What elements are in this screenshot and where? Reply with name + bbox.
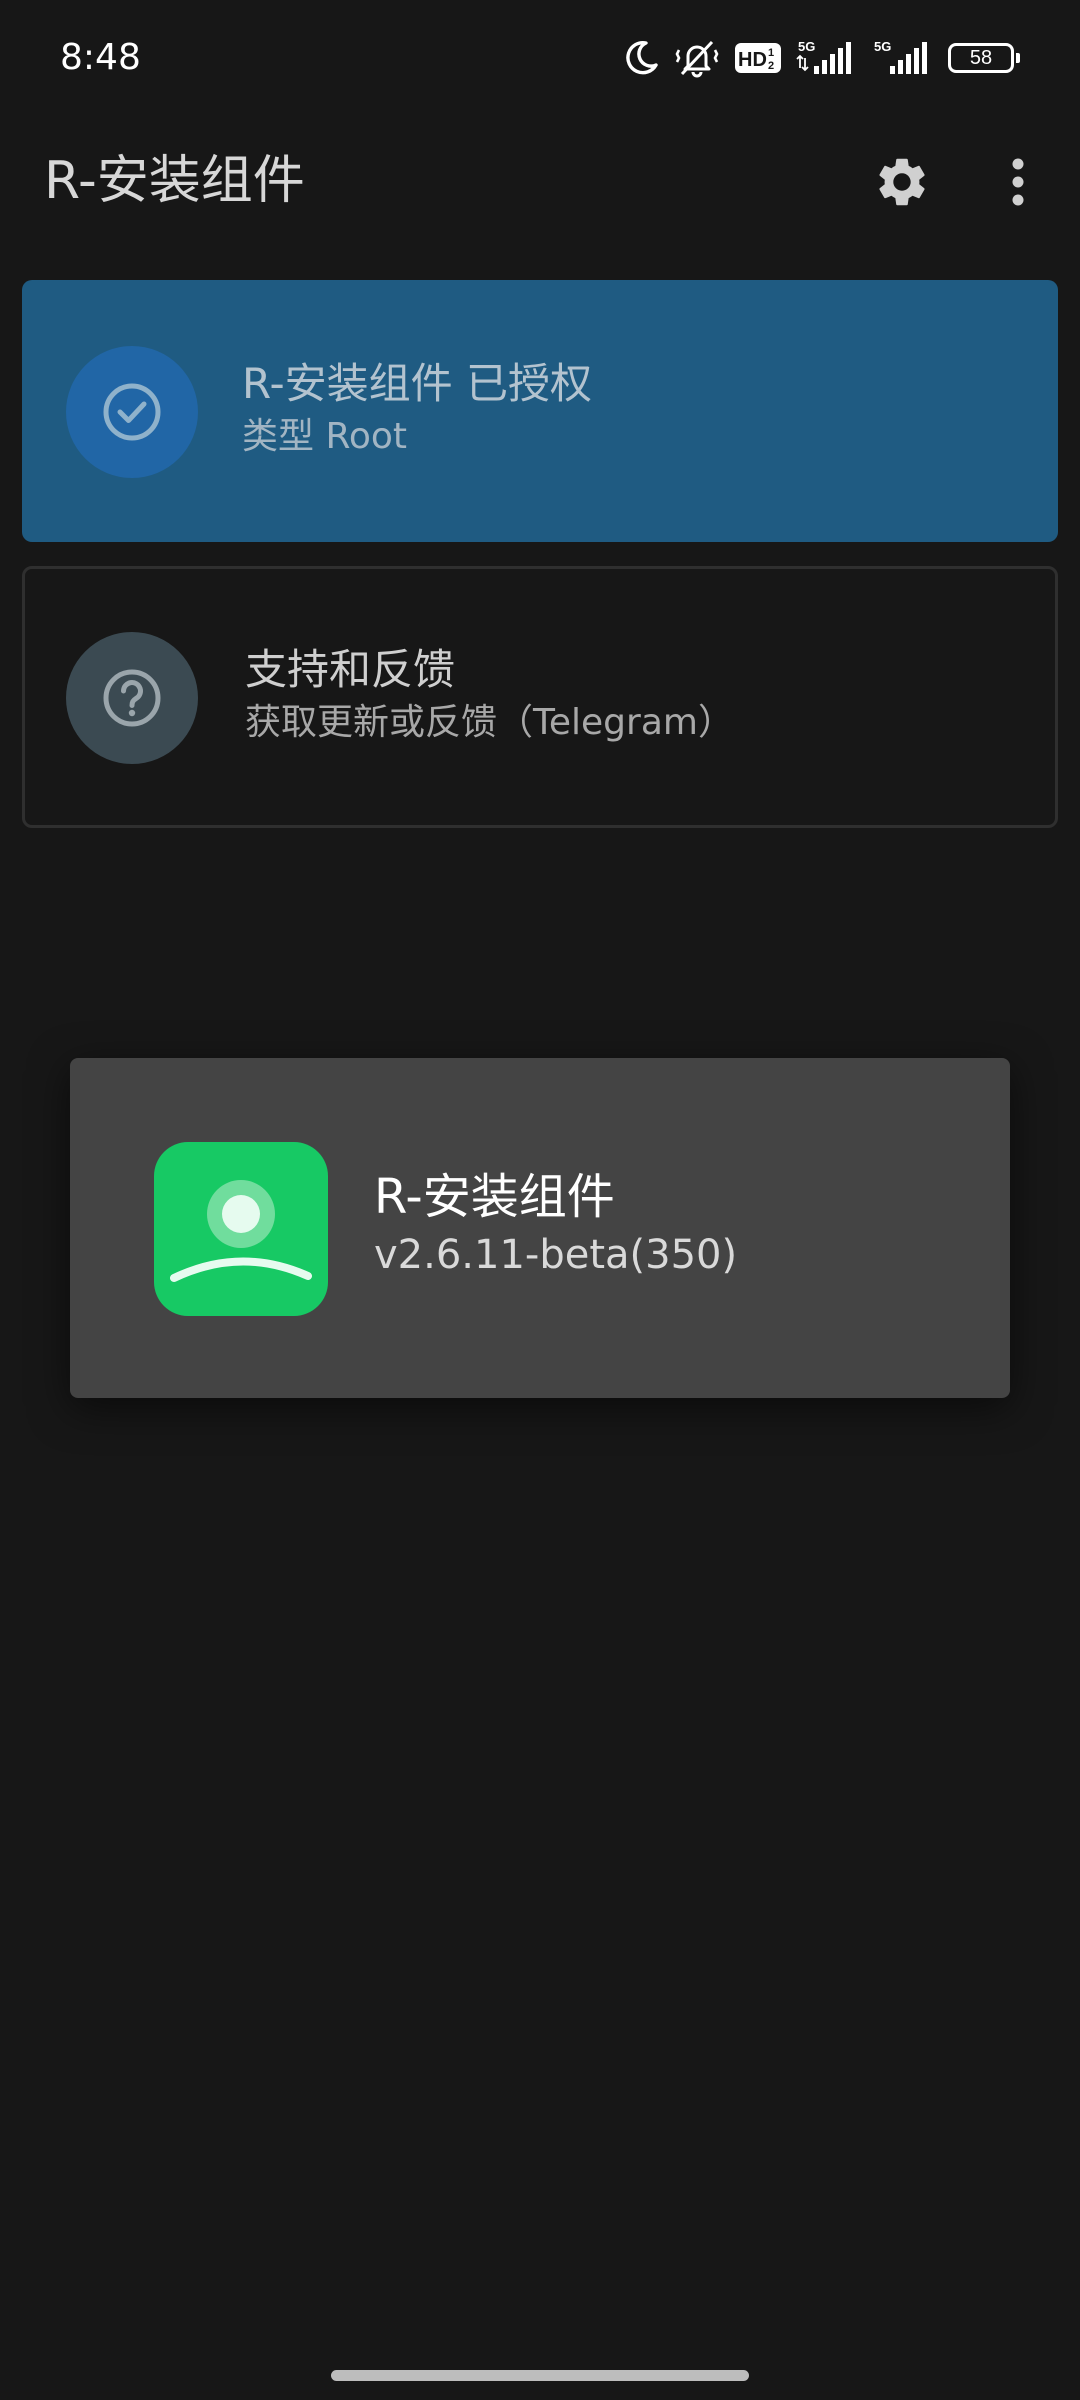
signal1-label: 5G bbox=[798, 39, 815, 54]
support-card-title: 支持和反馈 bbox=[245, 645, 456, 694]
status-card-title: R-安装组件 已授权 bbox=[242, 359, 592, 408]
support-feedback-card[interactable]: 支持和反馈 获取更新或反馈（Telegram） bbox=[22, 566, 1058, 828]
gear-icon bbox=[879, 158, 925, 206]
app-logo-graphic bbox=[170, 1180, 312, 1282]
screen: 8:48 HD 1 2 5G 5G 58 R-安装组件 R-安装组件 已授权 类… bbox=[0, 0, 1080, 2400]
status-bar: 8:48 HD 1 2 5G 5G 58 bbox=[0, 0, 1080, 120]
authorization-status-card[interactable]: R-安装组件 已授权 类型 Root bbox=[22, 280, 1058, 542]
page-title: R-安装组件 bbox=[44, 151, 305, 211]
more-vertical-icon bbox=[1012, 158, 1024, 206]
popup-app-version: v2.6.11-beta(350) bbox=[374, 1232, 738, 1278]
signal-icon: 5G bbox=[874, 39, 927, 74]
support-card-subtitle: 获取更新或反馈（Telegram） bbox=[245, 702, 734, 743]
status-time: 8:48 bbox=[60, 37, 141, 78]
hd-badge-text: HD bbox=[738, 49, 767, 71]
moon-icon bbox=[626, 40, 658, 75]
battery-level: 58 bbox=[969, 47, 993, 69]
check-circle-icon bbox=[103, 383, 161, 441]
more-options-button[interactable] bbox=[990, 150, 1046, 214]
home-indicator[interactable] bbox=[331, 2370, 749, 2381]
app-info-popup[interactable]: R-安装组件 v2.6.11-beta(350) bbox=[70, 1058, 1010, 1398]
status-icon-container bbox=[66, 346, 198, 478]
battery-icon: 58 bbox=[948, 43, 1020, 73]
settings-button[interactable] bbox=[870, 150, 934, 214]
vibrate-off-icon bbox=[675, 40, 719, 78]
hd-badge-sub: 1 bbox=[768, 47, 774, 59]
status-card-subtitle: 类型 Root bbox=[242, 416, 408, 457]
app-bar: R-安装组件 bbox=[0, 120, 1080, 242]
hd-badge-sub2: 2 bbox=[768, 60, 774, 72]
support-icon-container bbox=[66, 632, 198, 764]
app-logo-icon bbox=[154, 1142, 328, 1316]
help-circle-icon bbox=[103, 669, 161, 727]
signal2-label: 5G bbox=[874, 39, 891, 54]
signal-icon: 5G bbox=[796, 39, 851, 74]
hd-voice-icon: HD 1 2 bbox=[735, 43, 781, 73]
status-icons: HD 1 2 5G 5G 58 bbox=[622, 36, 1022, 80]
popup-app-name: R-安装组件 bbox=[374, 1169, 615, 1225]
